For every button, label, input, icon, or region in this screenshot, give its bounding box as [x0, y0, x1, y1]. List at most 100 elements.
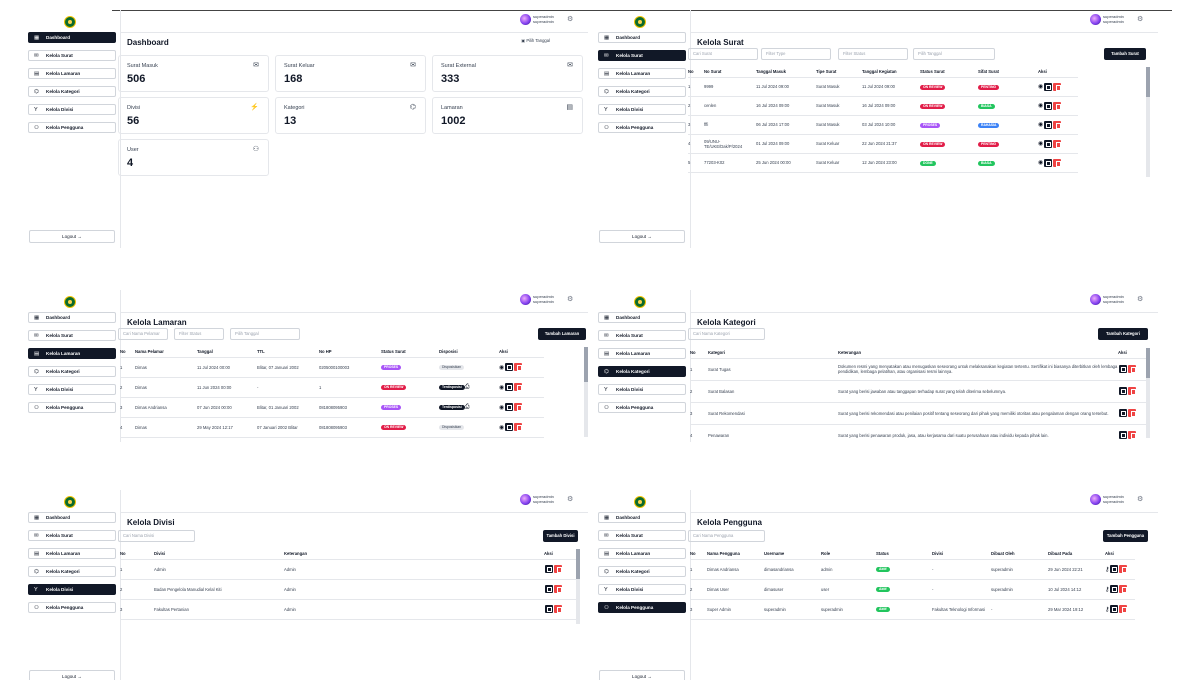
add-divisi-button[interactable]: Tambah Divisi [543, 530, 578, 542]
edit-button[interactable] [1044, 120, 1053, 129]
filter-status-select[interactable]: Filter Status [838, 48, 908, 60]
eye-icon[interactable]: ◉ [499, 364, 504, 371]
add-kategori-button[interactable]: Tambah Kategori [1098, 328, 1148, 340]
user-menu[interactable]: superadmin superadmin ⚙ [1090, 293, 1146, 307]
key-icon[interactable]: ⚷ [1105, 586, 1109, 593]
sidebar-item-kelola-divisi[interactable]: Y Kelola Divisi [598, 384, 686, 395]
sidebar-item-dashboard[interactable]: ▦ Dashboard [28, 512, 116, 523]
key-icon[interactable]: ⚷ [1105, 606, 1109, 613]
edit-button[interactable] [1119, 365, 1127, 373]
eye-icon[interactable]: ◉ [1038, 159, 1043, 166]
sidebar-item-kelola-pengguna[interactable]: ⚇ Kelola Pengguna [598, 122, 686, 133]
gear-icon[interactable]: ⚙ [567, 15, 573, 23]
filter-status-select[interactable]: Filter Status [174, 328, 224, 340]
sidebar-item-dashboard[interactable]: ▦ Dashboard [28, 32, 116, 43]
sidebar-item-kelola-pengguna[interactable]: ⚇ Kelola Pengguna [28, 122, 116, 133]
edit-button[interactable] [1119, 431, 1127, 439]
delete-button[interactable] [554, 565, 562, 573]
sidebar-item-dashboard[interactable]: ▦ Dashboard [598, 312, 686, 323]
edit-button[interactable] [545, 605, 553, 613]
edit-button[interactable] [1110, 605, 1119, 613]
delete-button[interactable] [1053, 101, 1062, 110]
sidebar-item-dashboard[interactable]: ▦ Dashboard [598, 32, 686, 43]
date-filter-button[interactable]: ▣ Pilih Tanggal [521, 38, 550, 43]
search-input[interactable]: Cari Nama Kategori [688, 328, 765, 340]
delete-button[interactable] [1053, 82, 1062, 91]
delete-button[interactable] [1053, 120, 1062, 129]
sidebar-item-kelola-lamaran[interactable]: ▤ Kelola Lamaran [28, 348, 116, 359]
delete-button[interactable] [1128, 431, 1136, 439]
edit-button[interactable] [545, 565, 553, 573]
search-input[interactable]: Cari Nama Pengguna [688, 530, 765, 542]
eye-icon[interactable]: ◉ [499, 384, 504, 391]
sidebar-item-kelola-pengguna[interactable]: ⚇ Kelola Pengguna [598, 602, 686, 613]
delete-button[interactable] [1128, 365, 1136, 373]
logout-button[interactable]: Logout → [29, 230, 115, 243]
sidebar-item-kelola-surat[interactable]: ✉ Kelola Surat [28, 530, 116, 541]
edit-button[interactable] [1044, 82, 1053, 91]
sidebar-item-kelola-divisi[interactable]: Y Kelola Divisi [28, 584, 116, 595]
sidebar-item-kelola-surat[interactable]: ✉ Kelola Surat [28, 50, 116, 61]
edit-button[interactable] [505, 363, 514, 371]
user-menu[interactable]: superadmin superadmin ⚙ [520, 13, 576, 27]
key-icon[interactable]: ⚷ [1105, 566, 1109, 573]
add-surat-button[interactable]: Tambah Surat [1104, 48, 1146, 60]
scrollbar-thumb[interactable] [1146, 348, 1150, 378]
delete-button[interactable] [514, 403, 523, 411]
user-menu[interactable]: superadmin superadmin ⚙ [1090, 13, 1146, 27]
eye-icon[interactable]: ◉ [1038, 140, 1043, 147]
search-input[interactable]: Cari Nama Pelamar [118, 328, 168, 340]
sidebar-item-kelola-divisi[interactable]: Y Kelola Divisi [28, 104, 116, 115]
user-menu[interactable]: superadmin superadmin ⚙ [1090, 493, 1146, 507]
sidebar-item-kelola-kategori[interactable]: ⌬ Kelola Kategori [598, 566, 686, 577]
edit-button[interactable] [1119, 387, 1127, 395]
sidebar-item-kelola-pengguna[interactable]: ⚇ Kelola Pengguna [28, 402, 116, 413]
delete-button[interactable] [1128, 409, 1136, 417]
user-menu[interactable]: superadmin superadmin ⚙ [520, 293, 576, 307]
sidebar-item-kelola-divisi[interactable]: Y Kelola Divisi [598, 584, 686, 595]
add-pengguna-button[interactable]: Tambah Pengguna [1103, 530, 1148, 542]
sidebar-item-kelola-lamaran[interactable]: ▤ Kelola Lamaran [28, 68, 116, 79]
search-input[interactable]: Cari Nama Divisi [118, 530, 195, 542]
gear-icon[interactable]: ⚙ [1137, 295, 1143, 303]
sidebar-item-kelola-divisi[interactable]: Y Kelola Divisi [28, 384, 116, 395]
sidebar-item-kelola-surat[interactable]: ✉ Kelola Surat [28, 330, 116, 341]
sidebar-item-kelola-surat[interactable]: ✉ Kelola Surat [598, 330, 686, 341]
edit-button[interactable] [505, 423, 514, 431]
delete-button[interactable] [514, 423, 523, 431]
search-input[interactable]: Cari Surat [688, 48, 758, 60]
scrollbar-thumb[interactable] [1146, 67, 1150, 97]
sidebar-item-kelola-surat[interactable]: ✉ Kelola Surat [598, 50, 686, 61]
delete-button[interactable] [554, 605, 562, 613]
user-menu[interactable]: superadmin superadmin ⚙ [520, 493, 576, 507]
edit-button[interactable] [1044, 101, 1053, 110]
delete-button[interactable] [554, 585, 562, 593]
edit-button[interactable] [1044, 158, 1053, 167]
eye-icon[interactable]: ◉ [1038, 121, 1043, 128]
gear-icon[interactable]: ⚙ [1137, 15, 1143, 23]
delete-button[interactable] [1119, 605, 1128, 613]
filter-type-select[interactable]: Filter Type [761, 48, 831, 60]
sidebar-item-kelola-pengguna[interactable]: ⚇ Kelola Pengguna [598, 402, 686, 413]
delete-button[interactable] [514, 383, 523, 391]
gear-icon[interactable]: ⚙ [1137, 495, 1143, 503]
edit-button[interactable] [1110, 565, 1119, 573]
sidebar-item-kelola-kategori[interactable]: ⌬ Kelola Kategori [28, 566, 116, 577]
delete-button[interactable] [514, 363, 523, 371]
delete-button[interactable] [1119, 585, 1128, 593]
sidebar-item-kelola-kategori[interactable]: ⌬ Kelola Kategori [28, 86, 116, 97]
logout-button[interactable]: Logout → [599, 230, 685, 243]
printer-icon[interactable]: ⎙ [465, 404, 470, 411]
delete-button[interactable] [1053, 158, 1062, 167]
eye-icon[interactable]: ◉ [499, 404, 504, 411]
edit-button[interactable] [505, 403, 514, 411]
scrollbar[interactable] [1146, 67, 1150, 177]
gear-icon[interactable]: ⚙ [567, 495, 573, 503]
eye-icon[interactable]: ◉ [499, 424, 504, 431]
date-filter-input[interactable]: Pilih Tanggal [230, 328, 300, 340]
eye-icon[interactable]: ◉ [1038, 83, 1043, 90]
sidebar-item-kelola-surat[interactable]: ✉ Kelola Surat [598, 530, 686, 541]
scrollbar[interactable] [1146, 348, 1150, 438]
delete-button[interactable] [1053, 139, 1062, 148]
sidebar-item-kelola-kategori[interactable]: ⌬ Kelola Kategori [598, 86, 686, 97]
